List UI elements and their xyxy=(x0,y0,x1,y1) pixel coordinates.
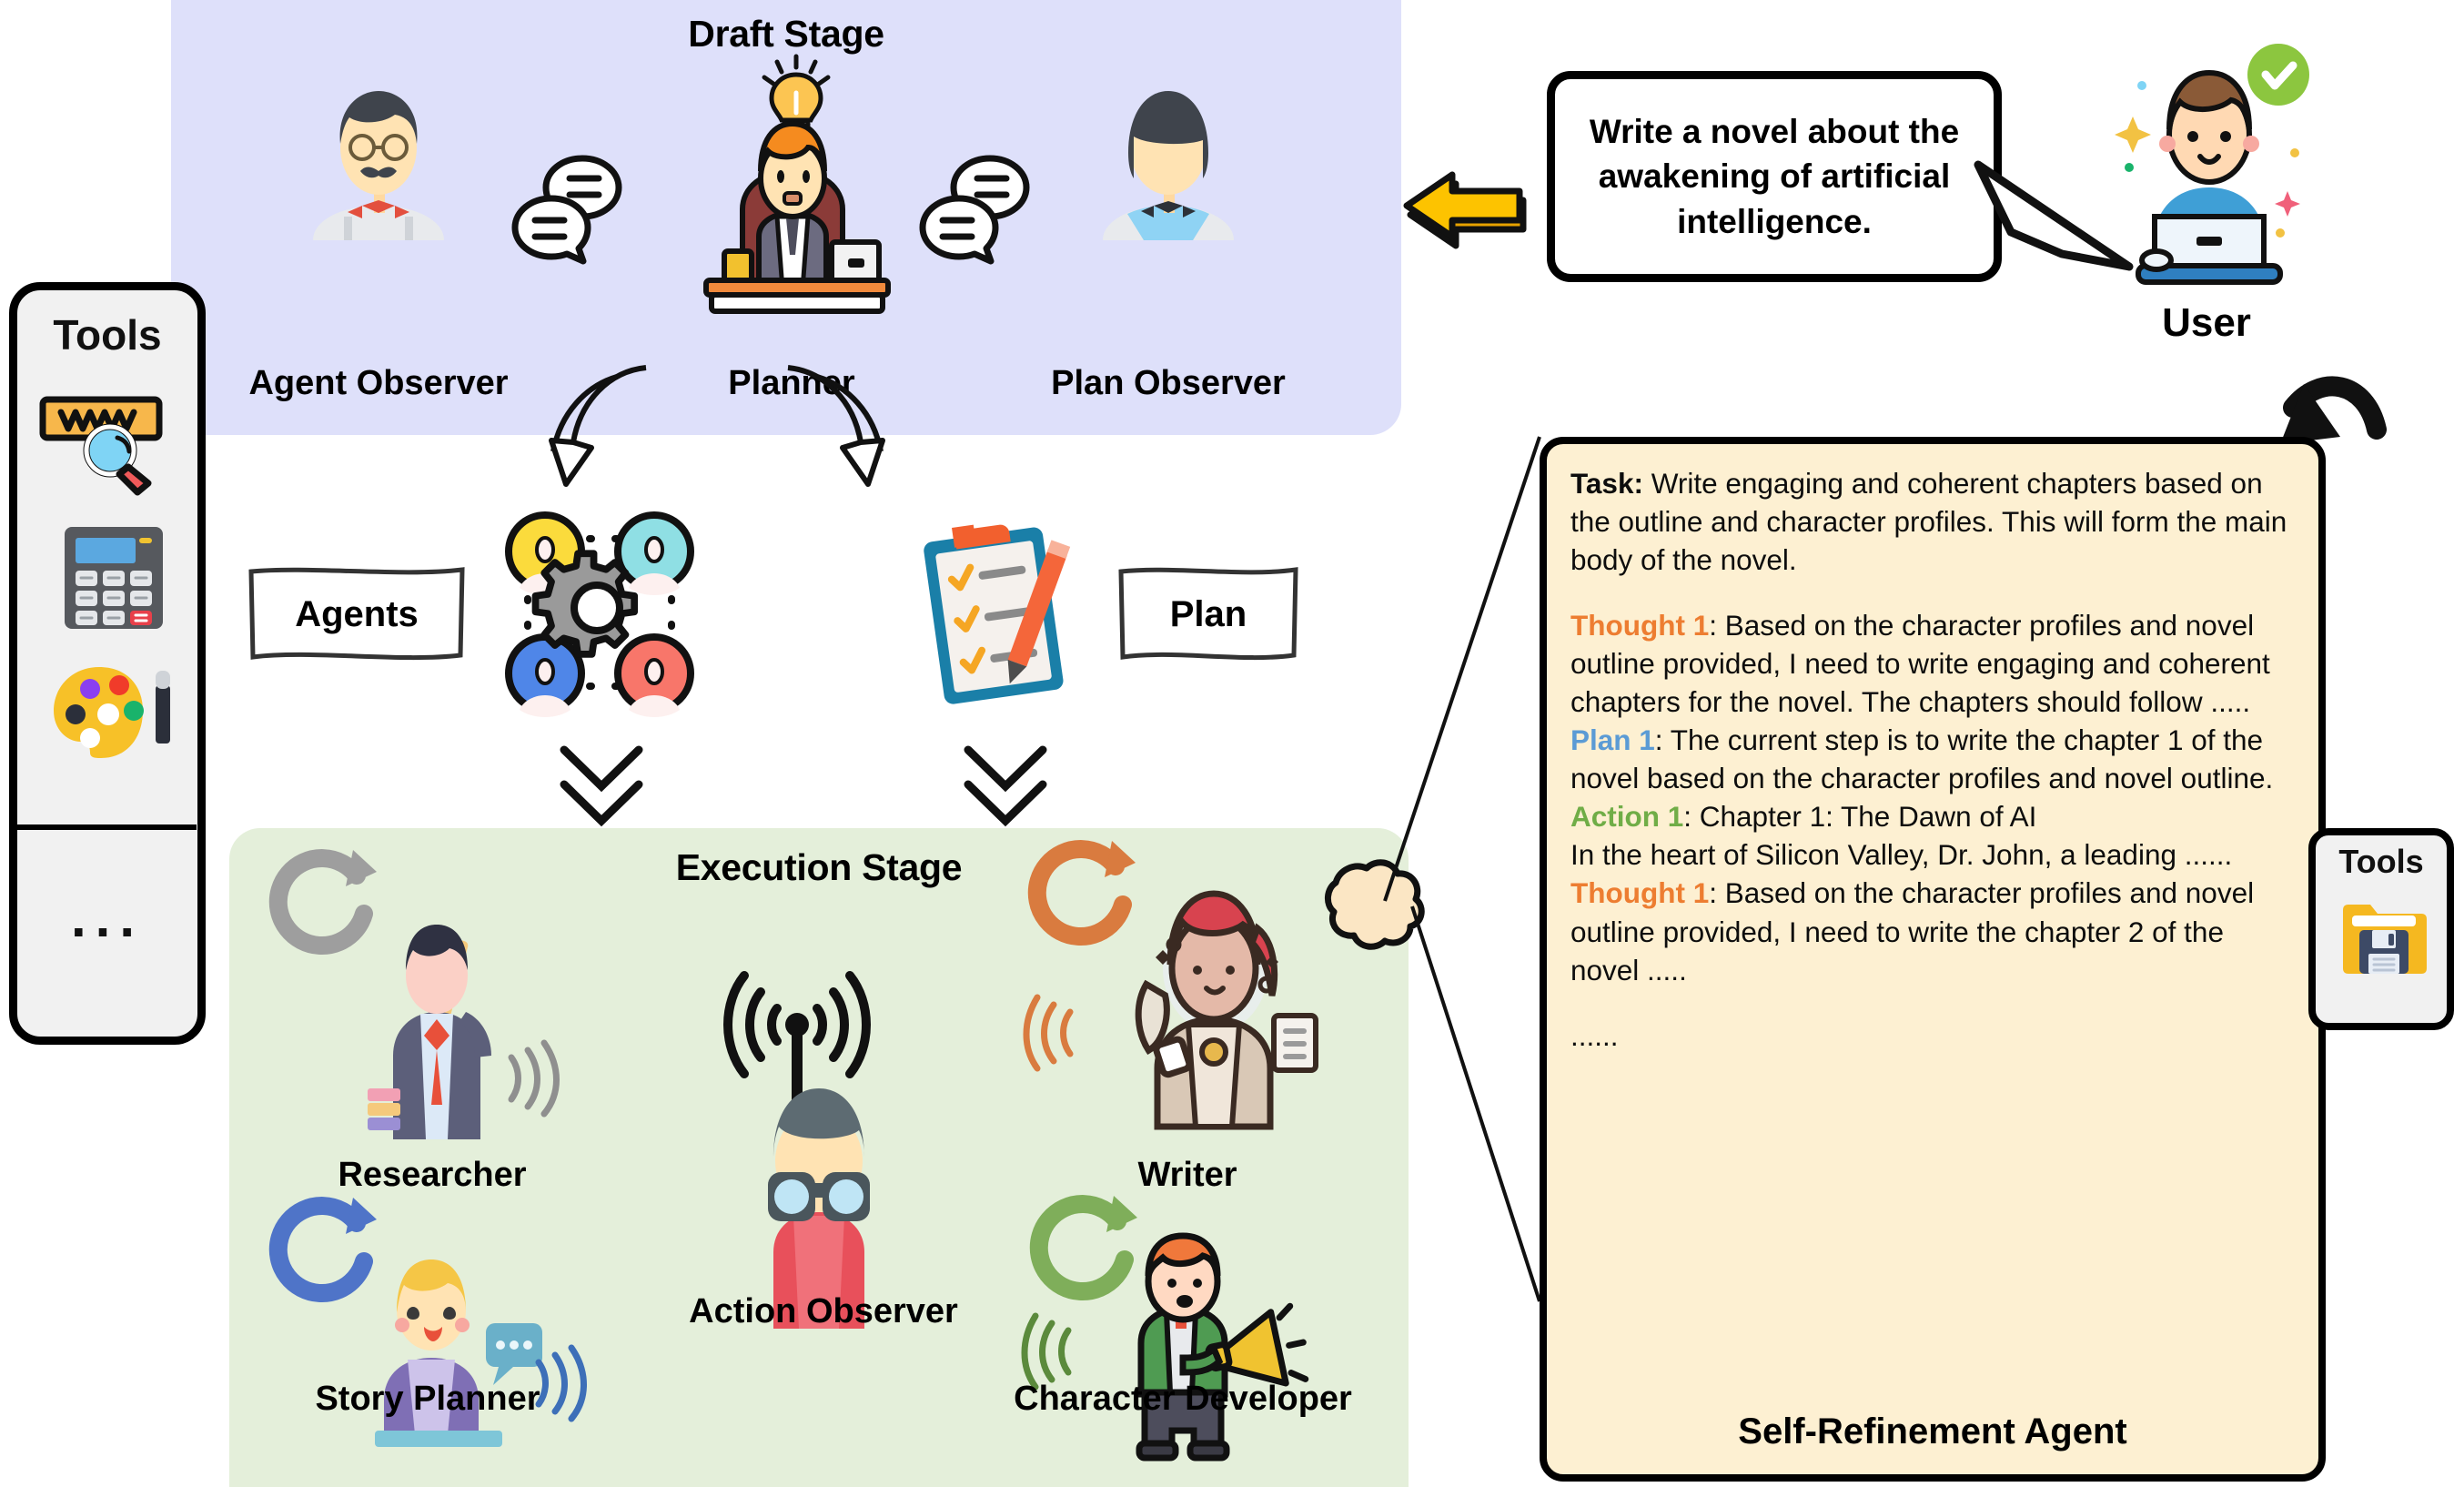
www-search-icon[interactable] xyxy=(35,389,181,496)
planner-to-agents-arrow xyxy=(473,364,655,501)
agents-tag: Agents xyxy=(247,564,466,664)
role-label-story-planner: Story Planner xyxy=(315,1380,540,1418)
thought-cloud-icon xyxy=(1301,855,1425,965)
user-request-text: Write a novel about the awakening of art… xyxy=(1589,113,1960,240)
tools-right-title: Tools xyxy=(2338,843,2424,880)
plan-tag: Plan xyxy=(1117,564,1299,664)
draft-stage-title: Draft Stage xyxy=(688,13,884,55)
user-laptop-avatar-icon xyxy=(2091,38,2318,285)
role-label-researcher: Researcher xyxy=(338,1156,527,1194)
role-label-character-developer: Character Developer xyxy=(1014,1380,1352,1418)
agents-network-gear-icon xyxy=(495,508,704,717)
refine-entry-task: Task: Write engaging and coherent chapte… xyxy=(1570,464,2295,579)
self-refinement-title: Self-Refinement Agent xyxy=(1738,1411,2127,1452)
refine-entry-plan1: Plan 1: The current step is to write the… xyxy=(1570,721,2295,797)
paint-palette-icon[interactable] xyxy=(52,662,177,758)
role-label-plan-observer: Plan Observer xyxy=(1051,364,1286,402)
refine-key-action1: Action 1 xyxy=(1570,800,1684,834)
refine-entry-thought1b: Thought 1: Based on the character profil… xyxy=(1570,874,2295,988)
refine-spacer-2 xyxy=(1570,989,2295,1017)
double-chevron-down-icon xyxy=(551,737,651,837)
tools-panel-right[interactable]: Tools xyxy=(2308,828,2454,1030)
user-request-bubble: Write a novel about the awakening of art… xyxy=(1547,71,2002,282)
user-label: User xyxy=(2162,300,2251,345)
mustache-professor-avatar-icon xyxy=(288,80,470,240)
megaphone-boy-icon xyxy=(1085,1232,1309,1463)
refine-key-thought1: Thought 1 xyxy=(1570,609,1710,642)
refine-text-task: Write engaging and coherent chapters bas… xyxy=(1570,467,2287,577)
execution-stage-title: Execution Stage xyxy=(675,846,963,888)
self-refinement-panel: Task: Write engaging and coherent chapte… xyxy=(1540,437,2326,1482)
planner-to-plan-arrow xyxy=(783,364,964,501)
refine-key-plan1: Plan 1 xyxy=(1570,723,1655,757)
refine-key-task: Task: xyxy=(1570,467,1643,500)
tools-divider xyxy=(16,824,197,830)
refine-entry-action1: Action 1: Chapter 1: The Dawn of AI xyxy=(1570,797,2295,835)
refine-text-action1: : Chapter 1: The Dawn of AI xyxy=(1683,800,2037,834)
yellow-left-arrow-icon xyxy=(1399,162,1527,253)
refine-spacer xyxy=(1570,579,2295,606)
role-label-action-observer: Action Observer xyxy=(689,1292,958,1330)
chat-bubbles-icon xyxy=(919,153,1055,280)
refine-entry-ellipsis: ...... xyxy=(1570,1018,1619,1052)
binoculars-observer-icon xyxy=(728,1074,910,1329)
clipboard-checklist-pencil-icon xyxy=(897,511,1097,721)
refine-entry-action1-body: In the heart of Silicon Valley, Dr. John… xyxy=(1570,838,2233,872)
signal-waves-icon xyxy=(499,1037,562,1119)
agents-label: Agents xyxy=(295,593,419,634)
chat-bubbles-icon xyxy=(511,153,648,280)
refine-text-plan1: : The current step is to write the chapt… xyxy=(1570,723,2274,795)
tools-panel-left[interactable]: Tools ... xyxy=(9,282,206,1045)
double-chevron-down-icon xyxy=(955,737,1055,837)
refine-key-thought1b: Thought 1 xyxy=(1570,876,1710,910)
folder-floppy-save-icon[interactable] xyxy=(2339,890,2429,979)
bowtie-woman-avatar-icon xyxy=(1077,80,1259,240)
role-label-writer: Writer xyxy=(1137,1156,1237,1194)
refine-entry-thought1: Thought 1: Based on the character profil… xyxy=(1570,606,2295,721)
tools-left-title: Tools xyxy=(53,311,162,359)
planner-at-desk-icon xyxy=(679,100,906,319)
tools-left-ellipsis: ... xyxy=(70,887,144,948)
plan-label: Plan xyxy=(1169,593,1247,634)
writer-quill-woman-icon xyxy=(1079,874,1334,1138)
signal-waves-icon xyxy=(1023,992,1081,1074)
calculator-icon[interactable] xyxy=(63,525,165,631)
